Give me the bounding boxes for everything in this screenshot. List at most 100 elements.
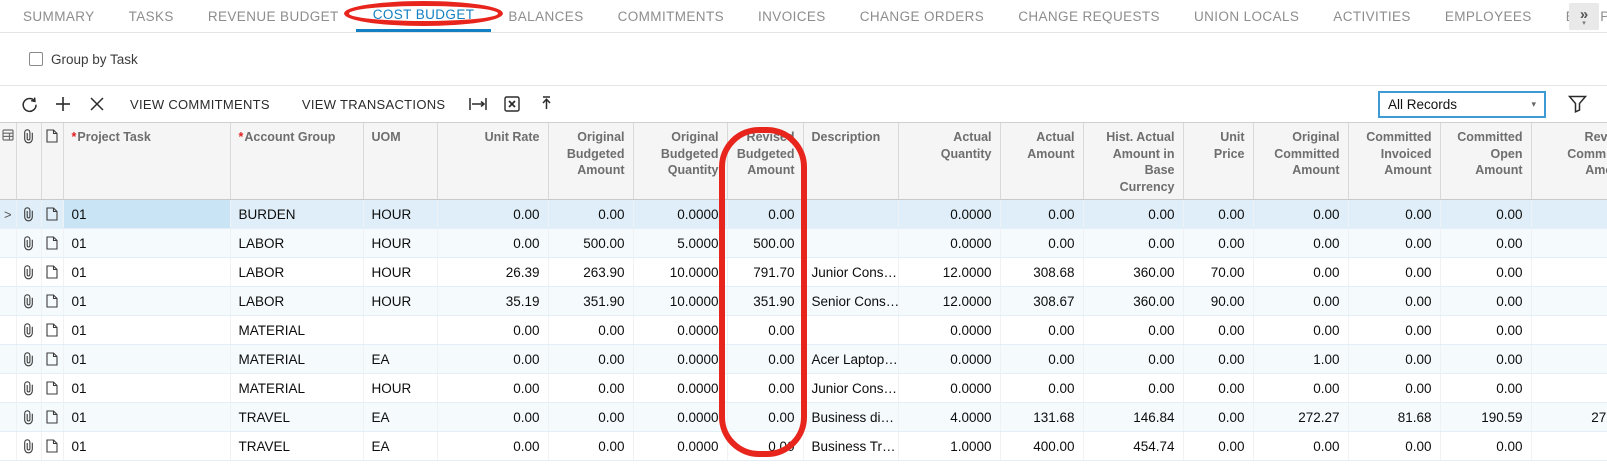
cell-selector[interactable] [0, 403, 16, 432]
cell-orig_budg_amount[interactable]: 0.00 [548, 345, 633, 374]
delete-row-icon[interactable] [80, 91, 114, 117]
column-header-description[interactable]: Description [803, 123, 898, 200]
cell-revised_committed[interactable] [1531, 374, 1607, 403]
tab-change-orders[interactable]: CHANGE ORDERS [843, 0, 1001, 32]
cell-hist_actual[interactable]: 146.84 [1083, 403, 1183, 432]
tab-invoices[interactable]: INVOICES [741, 0, 843, 32]
cell-orig_committed[interactable]: 0.00 [1253, 287, 1348, 316]
cell-attachments[interactable] [16, 374, 41, 403]
cell-revised_budg_amount[interactable]: 0.00 [727, 432, 803, 461]
note-icon[interactable] [44, 265, 61, 279]
cell-orig_budg_amount[interactable]: 263.90 [548, 258, 633, 287]
cell-unit_price[interactable]: 0.00 [1183, 200, 1253, 229]
cell-uom[interactable]: EA [363, 432, 437, 461]
column-header-committed_invoiced[interactable]: Committed Invoiced Amount [1348, 123, 1440, 200]
tab-tasks[interactable]: TASKS [112, 0, 191, 32]
paperclip-icon[interactable] [19, 381, 39, 396]
cell-orig_committed[interactable]: 0.00 [1253, 316, 1348, 345]
view-transactions-button[interactable]: VIEW TRANSACTIONS [286, 91, 462, 117]
cell-selector[interactable] [0, 316, 16, 345]
cell-committed_invoiced[interactable]: 0.00 [1348, 345, 1440, 374]
cell-orig_budg_qty[interactable]: 5.0000 [633, 229, 727, 258]
cell-attachments[interactable] [16, 432, 41, 461]
cell-description[interactable]: Business Tr… [803, 432, 898, 461]
cell-selector[interactable] [0, 258, 16, 287]
note-icon[interactable] [44, 207, 61, 221]
cell-orig_budg_qty[interactable]: 10.0000 [633, 258, 727, 287]
cell-unit_rate[interactable]: 0.00 [437, 316, 548, 345]
cell-committed_open[interactable]: 0.00 [1440, 287, 1531, 316]
cell-committed_invoiced[interactable]: 0.00 [1348, 374, 1440, 403]
cell-uom[interactable] [363, 316, 437, 345]
cell-notes[interactable] [41, 374, 63, 403]
cell-revised_budg_amount[interactable]: 500.00 [727, 229, 803, 258]
cell-uom[interactable]: HOUR [363, 287, 437, 316]
cell-account_group[interactable]: TRAVEL [230, 432, 363, 461]
cell-actual_amount[interactable]: 308.68 [1000, 258, 1083, 287]
column-header-actual_qty[interactable]: Actual Quantity [898, 123, 1000, 200]
column-header-orig_committed[interactable]: Original Committed Amount [1253, 123, 1348, 200]
cell-orig_committed[interactable]: 0.00 [1253, 432, 1348, 461]
paperclip-icon[interactable] [19, 294, 39, 309]
cell-notes[interactable] [41, 403, 63, 432]
paperclip-icon[interactable] [19, 323, 39, 338]
cell-hist_actual[interactable]: 0.00 [1083, 374, 1183, 403]
cell-revised_committed[interactable] [1531, 316, 1607, 345]
cell-revised_committed[interactable] [1531, 287, 1607, 316]
cell-orig_committed[interactable]: 1.00 [1253, 345, 1348, 374]
cell-actual_amount[interactable]: 0.00 [1000, 229, 1083, 258]
column-header-project_task[interactable]: *Project Task [63, 123, 230, 200]
cell-actual_amount[interactable]: 0.00 [1000, 345, 1083, 374]
cell-orig_budg_amount[interactable]: 0.00 [548, 316, 633, 345]
cell-project_task[interactable]: 01 [63, 258, 230, 287]
cell-hist_actual[interactable]: 360.00 [1083, 258, 1183, 287]
paperclip-icon[interactable] [19, 439, 39, 454]
column-header-unit_price[interactable]: Unit Price [1183, 123, 1253, 200]
cell-actual_qty[interactable]: 12.0000 [898, 258, 1000, 287]
cell-selector[interactable] [0, 229, 16, 258]
paperclip-icon[interactable] [19, 410, 39, 425]
add-row-icon[interactable] [46, 91, 80, 117]
column-header-uom[interactable]: UOM [363, 123, 437, 200]
cell-unit_rate[interactable]: 0.00 [437, 432, 548, 461]
tab-commitments[interactable]: COMMITMENTS [601, 0, 741, 32]
cell-uom[interactable]: HOUR [363, 258, 437, 287]
cell-committed_open[interactable]: 0.00 [1440, 345, 1531, 374]
cell-actual_qty[interactable]: 12.0000 [898, 287, 1000, 316]
cell-revised_committed[interactable] [1531, 258, 1607, 287]
upload-icon[interactable] [529, 91, 563, 117]
cell-orig_budg_qty[interactable]: 0.0000 [633, 374, 727, 403]
cell-attachments[interactable] [16, 316, 41, 345]
tab-balances[interactable]: BALANCES [491, 0, 600, 32]
cell-revised_budg_amount[interactable]: 0.00 [727, 200, 803, 229]
cell-description[interactable] [803, 316, 898, 345]
paperclip-icon[interactable] [19, 207, 39, 222]
column-header-selector[interactable] [0, 123, 16, 200]
cell-unit_price[interactable]: 0.00 [1183, 316, 1253, 345]
column-header-account_group[interactable]: *Account Group [230, 123, 363, 200]
export-excel-icon[interactable] [495, 91, 529, 117]
cell-description[interactable] [803, 200, 898, 229]
cell-description[interactable] [803, 229, 898, 258]
cell-hist_actual[interactable]: 360.00 [1083, 287, 1183, 316]
cell-unit_rate[interactable]: 0.00 [437, 403, 548, 432]
column-header-attachments[interactable] [16, 123, 41, 200]
cell-orig_budg_amount[interactable]: 351.90 [548, 287, 633, 316]
cell-uom[interactable]: HOUR [363, 374, 437, 403]
cell-notes[interactable] [41, 258, 63, 287]
cell-notes[interactable] [41, 229, 63, 258]
cell-committed_invoiced[interactable]: 81.68 [1348, 403, 1440, 432]
cell-orig_committed[interactable]: 272.27 [1253, 403, 1348, 432]
cell-selector[interactable] [0, 345, 16, 374]
tab-union-locals[interactable]: UNION LOCALS [1177, 0, 1316, 32]
tab-activities[interactable]: ACTIVITIES [1316, 0, 1428, 32]
cell-actual_amount[interactable]: 0.00 [1000, 200, 1083, 229]
cell-account_group[interactable]: MATERIAL [230, 316, 363, 345]
cell-unit_price[interactable]: 0.00 [1183, 229, 1253, 258]
cell-project_task[interactable]: 01 [63, 432, 230, 461]
cell-revised_budg_amount[interactable]: 0.00 [727, 403, 803, 432]
cell-unit_rate[interactable]: 0.00 [437, 200, 548, 229]
column-header-revised_budg_amount[interactable]: Revised Budgeted Amount [727, 123, 803, 200]
column-header-orig_budg_amount[interactable]: Original Budgeted Amount [548, 123, 633, 200]
cell-unit_price[interactable]: 0.00 [1183, 345, 1253, 374]
